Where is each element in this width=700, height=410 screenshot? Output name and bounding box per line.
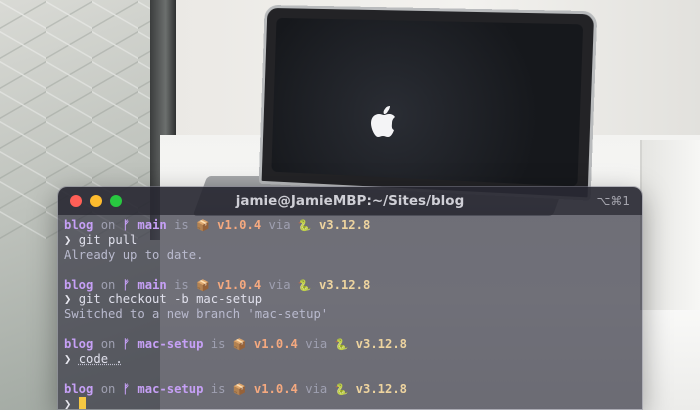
prompt-word-via: via — [305, 337, 328, 352]
prompt-word-is: is — [174, 277, 189, 292]
python-icon: 🐍 — [334, 382, 349, 396]
terminal-output[interactable]: blog on ᚠ main is 📦 v1.0.4 via 🐍 v3.12.8… — [58, 215, 642, 409]
window-shortcut: ⌥⌘1 — [596, 194, 630, 208]
prompt-line: blog on ᚠ mac-setup is 📦 v1.0.4 via 🐍 v3… — [64, 382, 642, 397]
package-version: v1.0.4 — [217, 277, 262, 292]
python-icon: 🐍 — [297, 278, 312, 292]
git-branch-name: main — [137, 277, 167, 292]
laptop-lid — [258, 4, 598, 201]
prompt-arrow-icon: ❯ — [64, 292, 72, 307]
terminal-window[interactable]: jamie@JamieMBP:~/Sites/blog ⌥⌘1 blog on … — [57, 186, 643, 410]
window-title: jamie@JamieMBP:~/Sites/blog — [235, 193, 465, 209]
prompt-directory: blog — [64, 381, 94, 396]
active-input-line[interactable]: ❯ — [64, 396, 642, 410]
prompt-arrow-icon: ❯ — [64, 352, 72, 367]
apple-logo-icon — [371, 106, 395, 137]
command-text: git pull — [78, 232, 138, 247]
command-output: Switched to a new branch 'mac-setup' — [64, 307, 329, 322]
git-branch-name: mac-setup — [137, 381, 204, 396]
git-branch-icon: ᚠ — [122, 337, 131, 352]
terminal-titlebar[interactable]: jamie@JamieMBP:~/Sites/blog ⌥⌘1 — [58, 187, 642, 215]
prompt-word-on: on — [100, 337, 116, 352]
package-icon: 📦 — [196, 278, 210, 292]
command-text: code . — [78, 352, 123, 367]
git-branch-name: mac-setup — [137, 337, 204, 352]
prompt-line: blog on ᚠ main is 📦 v1.0.4 via 🐍 v3.12.8 — [64, 218, 642, 233]
python-version: v3.12.8 — [355, 337, 408, 352]
python-icon: 🐍 — [334, 338, 349, 352]
prompt-word-via: via — [305, 381, 328, 396]
prompt-word-on: on — [100, 277, 116, 292]
prompt-word-via: via — [268, 218, 291, 232]
prompt-arrow-icon: ❯ — [64, 232, 72, 247]
prompt-line: blog on ᚠ main is 📦 v1.0.4 via 🐍 v3.12.8 — [64, 278, 642, 293]
prompt-word-on: on — [100, 381, 116, 396]
command-line: ❯ git pull — [64, 233, 642, 248]
git-branch-icon: ᚠ — [122, 381, 131, 396]
prompt-word-is: is — [210, 337, 226, 352]
package-icon: 📦 — [196, 219, 210, 232]
prompt-word-is: is — [174, 218, 189, 232]
display-stand — [640, 140, 700, 310]
package-version: v1.0.4 — [253, 381, 298, 396]
python-version: v3.12.8 — [318, 218, 371, 232]
python-version: v3.12.8 — [355, 381, 408, 396]
git-branch-icon: ᚠ — [122, 218, 131, 232]
package-version: v1.0.4 — [253, 337, 298, 352]
prompt-directory: blog — [64, 337, 94, 352]
package-version: v1.0.4 — [217, 218, 262, 232]
git-branch-icon: ᚠ — [122, 277, 131, 292]
command-text: git checkout -b mac-setup — [78, 292, 263, 307]
prompt-word-is: is — [210, 381, 226, 396]
command-output: Already up to date. — [64, 247, 204, 262]
python-version: v3.12.8 — [318, 277, 371, 292]
laptop-screen — [271, 17, 584, 187]
package-icon: 📦 — [232, 382, 247, 396]
command-line: ❯ git checkout -b mac-setup — [64, 292, 642, 307]
git-branch-name: main — [137, 218, 167, 232]
text-cursor[interactable] — [78, 396, 86, 409]
prompt-word-on: on — [100, 218, 116, 232]
prompt-directory: blog — [64, 218, 94, 232]
prompt-arrow-icon: ❯ — [64, 396, 72, 410]
python-icon: 🐍 — [297, 219, 312, 232]
package-icon: 📦 — [232, 338, 247, 352]
command-line: ❯ code . — [64, 352, 642, 367]
prompt-line: blog on ᚠ mac-setup is 📦 v1.0.4 via 🐍 v3… — [64, 337, 642, 352]
prompt-directory: blog — [64, 277, 94, 292]
prompt-word-via: via — [268, 277, 291, 292]
